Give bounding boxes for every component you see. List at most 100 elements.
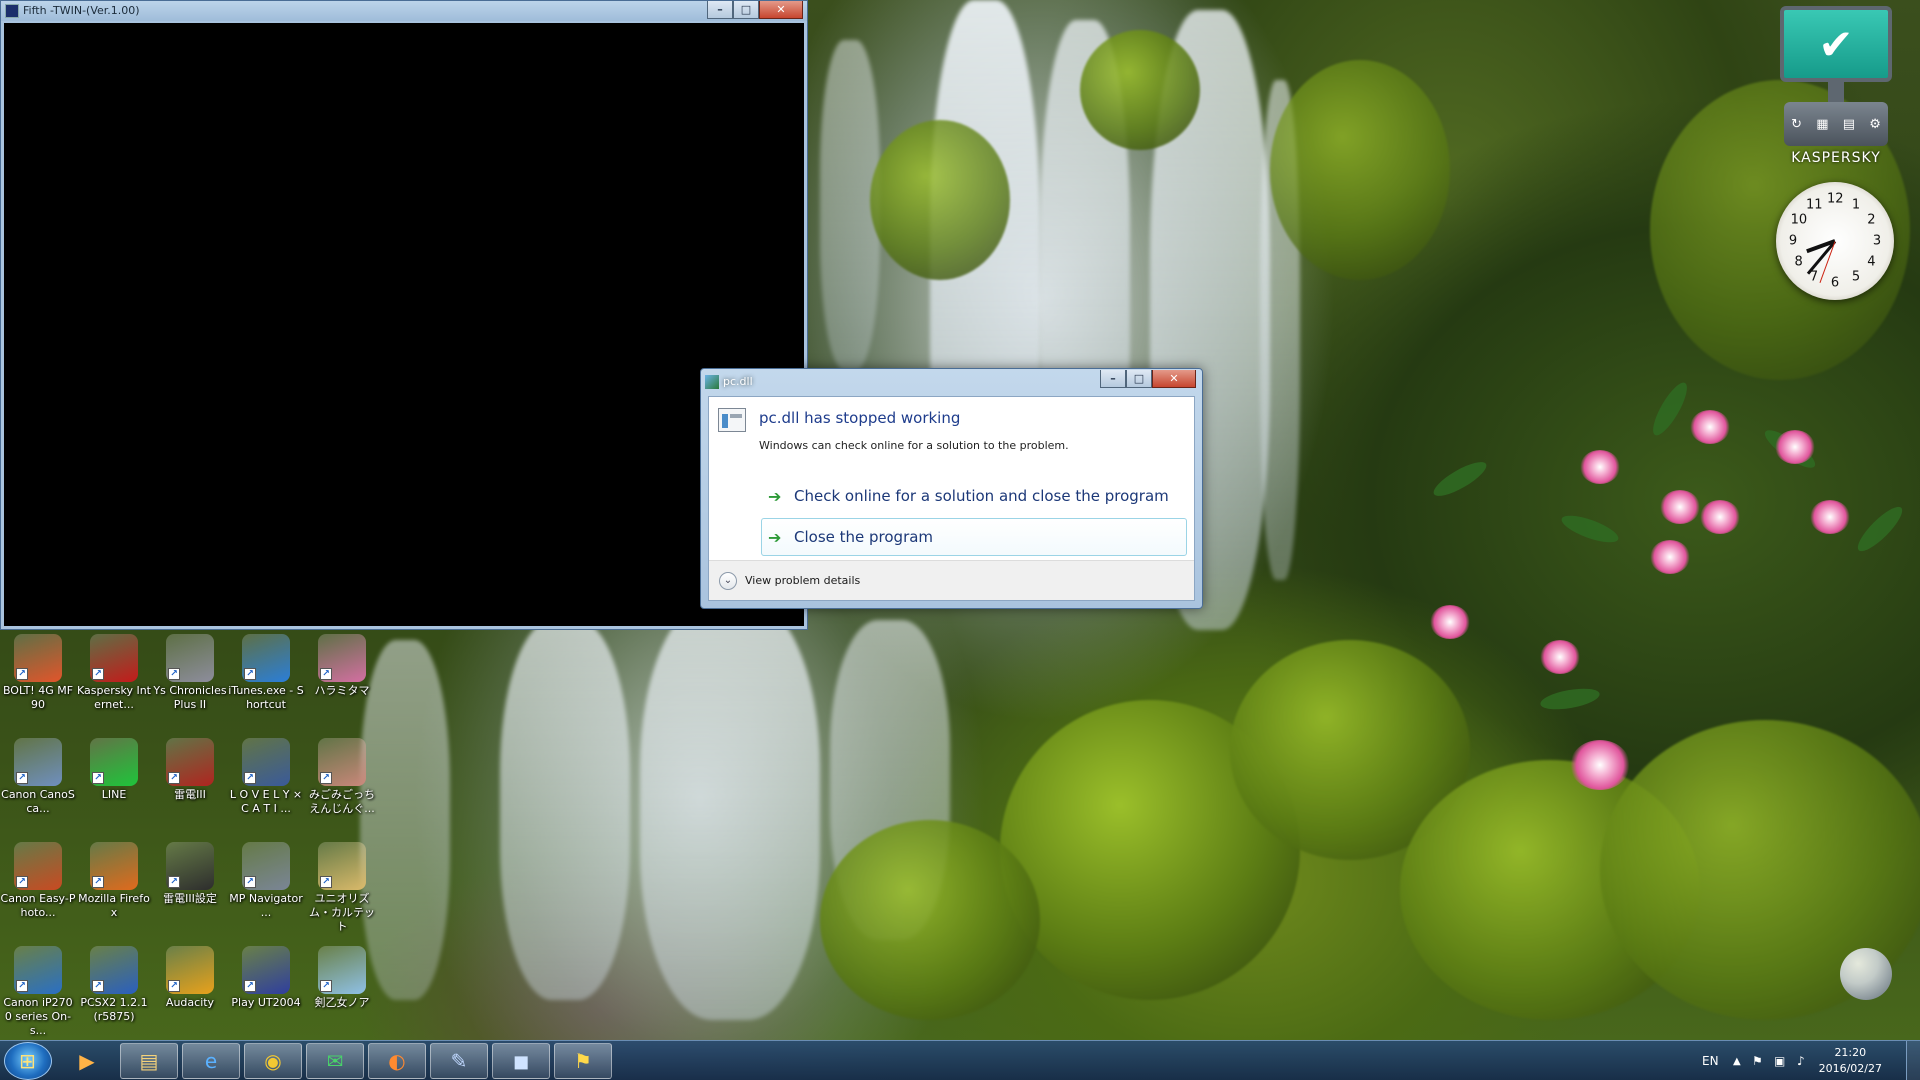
desktop-icon[interactable]: ↗ L O V E L Y × C A T I ... <box>228 738 304 816</box>
volume-icon[interactable]: ♪ <box>1797 1041 1805 1080</box>
taskbar-explorer-button[interactable]: ▤ <box>120 1043 178 1079</box>
check-online-button[interactable]: ➔ Check online for a solution and close … <box>761 477 1187 515</box>
desktop-icon-label: iTunes.exe - Shortcut <box>228 684 304 711</box>
shortcut-arrow-icon: ↗ <box>320 668 332 680</box>
lovely-icon: ↗ <box>242 738 290 786</box>
ie-icon: e <box>204 1049 218 1073</box>
desktop-icon-label: Canon iP2700 series On-s... <box>3 996 73 1037</box>
show-hidden-icons-icon[interactable]: ▲ <box>1733 1041 1741 1080</box>
desktop-icon-label: Mozilla Firefox <box>78 892 150 919</box>
desktop-icon[interactable]: ↗ Canon Easy-Photo... <box>0 842 76 920</box>
update-icon[interactable]: ↻ <box>1791 117 1802 132</box>
clock-number: 1 <box>1851 197 1861 213</box>
maximize-button[interactable]: □ <box>1126 370 1152 388</box>
shortcut-arrow-icon: ↗ <box>92 876 104 888</box>
clock-number: 10 <box>1790 212 1808 228</box>
close-button[interactable]: ✕ <box>1152 370 1196 388</box>
clock-number: 6 <box>1830 275 1840 291</box>
network-icon[interactable]: ▣ <box>1774 1041 1785 1080</box>
firefox-icon: ↗ <box>90 842 138 890</box>
audacity-icon: ↗ <box>166 946 214 994</box>
desktop-icon[interactable]: ↗ Ys Chronicles Plus II <box>152 634 228 712</box>
fifth-twin-window[interactable]: Fifth -TWIN-(Ver.1.00) – □ ✕ <box>0 0 808 630</box>
view-details-link[interactable]: View problem details <box>745 574 860 587</box>
minimize-button[interactable]: – <box>1100 370 1126 388</box>
chevron-down-icon[interactable]: ⌄ <box>719 571 737 590</box>
canon-icon: ↗ <box>14 738 62 786</box>
green-arrow-icon: ➔ <box>768 527 782 547</box>
desktop-icon-label: Play UT2004 <box>231 996 301 1009</box>
dialog-title-bar[interactable]: pc.dll – □ ✕ <box>701 369 1202 393</box>
taskbar-line-button[interactable]: ✉ <box>306 1043 364 1079</box>
desktop-icon[interactable]: ↗ みごみごっちえんじんぐ... <box>304 738 380 816</box>
close-program-button[interactable]: ➔ Close the program <box>761 518 1187 556</box>
clock-gadget[interactable]: 12 1 2 3 4 5 6 7 8 9 10 11 <box>1776 182 1894 300</box>
desktop-icon[interactable]: ↗ Play UT2004 <box>228 946 304 1010</box>
close-button[interactable]: ✕ <box>759 1 803 19</box>
desktop-icon[interactable]: ↗ Audacity <box>152 946 228 1010</box>
desktop-icon[interactable]: ↗ ユニオリズム・カルテット <box>304 842 380 934</box>
shortcut-arrow-icon: ↗ <box>168 980 180 992</box>
taskbar-chrome-button[interactable]: ◉ <box>244 1043 302 1079</box>
clock-number: 12 <box>1827 191 1844 207</box>
dialog-content: pc.dll has stopped working Windows can c… <box>708 396 1195 601</box>
desktop-icon[interactable]: ↗ ハラミタマ <box>304 634 380 698</box>
desktop-icon[interactable]: ↗ 剣乙女ノア <box>304 946 380 1010</box>
kaspersky-gadget[interactable]: ✔ ↻ ▦ ▤ ⚙ KASPERSKY <box>1776 6 1896 168</box>
taskbar-fifth-twin-button[interactable]: ◼ <box>492 1043 550 1079</box>
desktop-icon-label: Audacity <box>165 996 215 1009</box>
maximize-button[interactable]: □ <box>733 1 759 19</box>
minimize-button[interactable]: – <box>707 1 733 19</box>
desktop-icon[interactable]: ↗ Kaspersky Internet... <box>76 634 152 712</box>
dialog-footer: ⌄ View problem details <box>709 560 1194 600</box>
desktop-icon[interactable]: ↗ Canon CanoSca... <box>0 738 76 816</box>
language-indicator[interactable]: EN <box>1702 1041 1719 1080</box>
gadget-toolbar: ↻ ▦ ▤ ⚙ <box>1784 102 1888 146</box>
taskbar-error-report-button[interactable]: ⚑ <box>554 1043 612 1079</box>
desktop-icon[interactable]: ↗ LINE <box>76 738 152 802</box>
taskbar-paint-button[interactable]: ✎ <box>430 1043 488 1079</box>
desktop-icon[interactable]: ↗ PCSX2 1.2.1 (r5875) <box>76 946 152 1024</box>
tray-clock[interactable]: 21:20 2016/02/27 <box>1819 1045 1882 1077</box>
ut2004-icon: ↗ <box>242 946 290 994</box>
desktop-icon-label: Kaspersky Internet... <box>76 684 151 711</box>
taskbar-firefox-button[interactable]: ◐ <box>368 1043 426 1079</box>
desktop-icon[interactable]: ↗ iTunes.exe - Shortcut <box>228 634 304 712</box>
app-icon <box>5 4 19 18</box>
tray-time: 21:20 <box>1834 1046 1867 1059</box>
shortcut-arrow-icon: ↗ <box>320 772 332 784</box>
shortcut-arrow-icon: ↗ <box>168 668 180 680</box>
clock-number: 5 <box>1851 269 1861 285</box>
program-icon <box>718 408 746 432</box>
start-button[interactable] <box>4 1042 52 1080</box>
desktop-icon[interactable]: ↗ 雷電III設定 <box>152 842 228 906</box>
desktop-icon[interactable]: ↗ MP Navigator ... <box>228 842 304 920</box>
shortcut-arrow-icon: ↗ <box>244 980 256 992</box>
game-viewport[interactable] <box>4 23 804 626</box>
raiden-icon: ↗ <box>166 738 214 786</box>
mp-navigator-icon: ↗ <box>242 842 290 890</box>
desktop-icon[interactable]: ↗ BOLT! 4G MF90 <box>0 634 76 712</box>
desktop-icon[interactable]: ↗ Mozilla Firefox <box>76 842 152 920</box>
taskbar-media-player-button[interactable]: ▶ <box>58 1043 116 1079</box>
firefox-icon: ◐ <box>388 1049 406 1073</box>
shortcut-arrow-icon: ↗ <box>168 876 180 888</box>
action-center-flag-icon[interactable]: ⚑ <box>1752 1041 1763 1080</box>
line-icon: ✉ <box>326 1049 344 1073</box>
media-player-icon: ▶ <box>79 1049 95 1073</box>
gear-icon[interactable]: ⚙ <box>1869 117 1881 132</box>
desktop-icon[interactable]: ↗ 雷電III <box>152 738 228 802</box>
shortcut-arrow-icon: ↗ <box>320 876 332 888</box>
show-desktop-button[interactable] <box>1906 1041 1920 1080</box>
desktop-icon[interactable]: ↗ Canon iP2700 series On-s... <box>0 946 76 1038</box>
taskbar-ie-button[interactable]: e <box>182 1043 240 1079</box>
desktop-icon-label: 雷電III設定 <box>163 892 217 905</box>
scan-icon[interactable]: ▦ <box>1816 117 1828 132</box>
unirhythm-icon: ↗ <box>318 842 366 890</box>
desktop-icon-label: ハラミタマ <box>314 684 370 697</box>
title-bar[interactable]: Fifth -TWIN-(Ver.1.00) – □ ✕ <box>1 1 807 21</box>
orb-icon[interactable] <box>1840 948 1892 1000</box>
shortcut-arrow-icon: ↗ <box>92 772 104 784</box>
error-dialog[interactable]: pc.dll – □ ✕ pc.dll has stopped working … <box>700 368 1203 609</box>
report-icon[interactable]: ▤ <box>1843 117 1855 132</box>
